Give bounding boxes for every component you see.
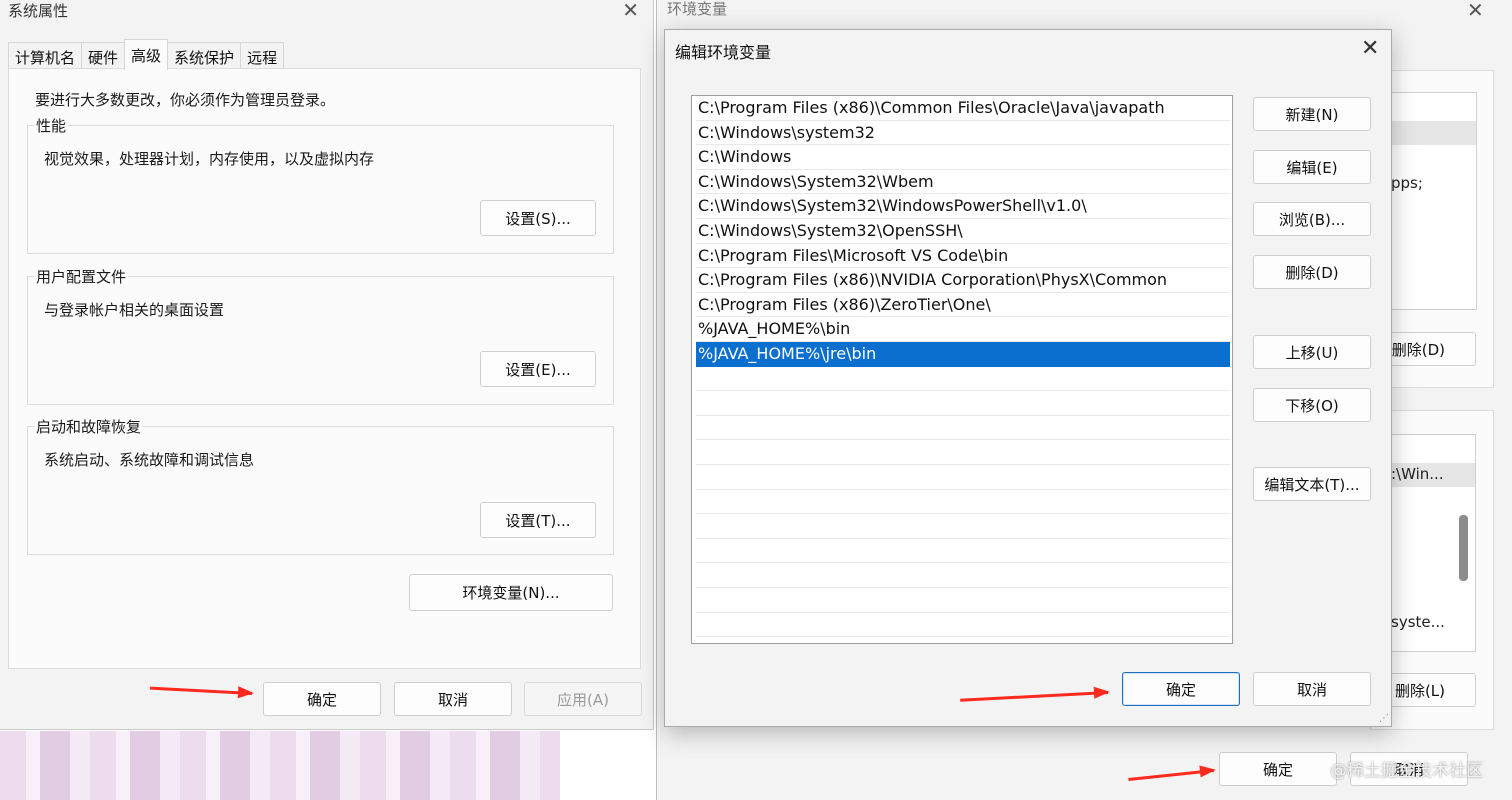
blurred-region: [0, 731, 560, 800]
group-description: 视觉效果，处理器计划，内存使用，以及虚拟内存: [44, 150, 375, 168]
group-title: 用户配置文件: [34, 266, 129, 287]
path-item[interactable]: C:\Windows\System32\OpenSSH\: [696, 219, 1230, 244]
watermark: @稀土掘金技术社区: [1330, 761, 1483, 781]
scrollbar-thumb[interactable]: [1459, 515, 1468, 581]
list-item-fragment: pps;: [1391, 174, 1423, 192]
close-icon[interactable]: ✕: [1361, 36, 1379, 61]
ok-button[interactable]: 确定: [263, 682, 381, 716]
tab-advanced[interactable]: 高级: [124, 39, 169, 70]
move-down-button[interactable]: 下移(O): [1253, 388, 1371, 422]
path-item[interactable]: C:\Program Files (x86)\ZeroTier\One\: [696, 293, 1230, 318]
path-item[interactable]: C:\Windows: [696, 145, 1230, 170]
empty-path-row[interactable]: [696, 440, 1230, 465]
close-icon[interactable]: ✕: [1467, 0, 1484, 22]
performance-settings-button[interactable]: 设置(S)...: [480, 200, 596, 236]
dialog-title: 编辑环境变量: [675, 43, 772, 62]
user-profiles-settings-button[interactable]: 设置(E)...: [480, 351, 596, 387]
system-properties-window: 系统属性 ✕ 计算机名 硬件 高级 系统保护 远程 要进行大多数更改，你必须作为…: [0, 0, 654, 730]
empty-path-row[interactable]: [696, 588, 1230, 613]
path-item[interactable]: C:\Windows\system32: [696, 121, 1230, 146]
group-title: 启动和故障恢复: [34, 416, 144, 437]
user-profiles-group: 用户配置文件 与登录帐户相关的桌面设置 设置(E)...: [27, 266, 614, 405]
edit-text-button[interactable]: 编辑文本(T)...: [1253, 467, 1371, 501]
window-title: 系统属性: [8, 2, 69, 20]
env-ok-button[interactable]: 确定: [1219, 752, 1337, 786]
new-button[interactable]: 新建(N): [1253, 97, 1371, 131]
empty-path-row[interactable]: [696, 416, 1230, 441]
apply-button[interactable]: 应用(A): [524, 682, 642, 716]
delete-button[interactable]: 删除(D): [1253, 255, 1371, 289]
startup-recovery-settings-button[interactable]: 设置(T)...: [480, 502, 596, 538]
path-item[interactable]: C:\Program Files (x86)\Common Files\Orac…: [696, 96, 1230, 121]
tab-computer-name[interactable]: 计算机名: [8, 42, 83, 70]
cancel-button[interactable]: 取消: [394, 682, 512, 716]
close-icon[interactable]: ✕: [622, 0, 639, 20]
path-list[interactable]: C:\Program Files (x86)\Common Files\Orac…: [691, 95, 1233, 644]
admin-note: 要进行大多数更改，你必须作为管理员登录。: [35, 91, 336, 109]
empty-path-row[interactable]: [696, 613, 1230, 638]
startup-recovery-group: 启动和故障恢复 系统启动、系统故障和调试信息 设置(T)...: [27, 416, 614, 555]
tab-strip: 计算机名 硬件 高级 系统保护 远程: [8, 39, 285, 70]
performance-group: 性能 视觉效果，处理器计划，内存使用，以及虚拟内存 设置(S)...: [27, 115, 614, 254]
move-up-button[interactable]: 上移(U): [1253, 335, 1371, 369]
tab-remote[interactable]: 远程: [240, 42, 285, 70]
empty-path-row[interactable]: [696, 514, 1230, 539]
group-title: 性能: [34, 115, 69, 136]
resize-grip-icon[interactable]: ⋰: [1379, 713, 1389, 724]
empty-path-row[interactable]: [696, 391, 1230, 416]
empty-path-row[interactable]: [696, 367, 1230, 392]
edit-button[interactable]: 编辑(E): [1253, 150, 1371, 184]
advanced-tab-panel: 要进行大多数更改，你必须作为管理员登录。 性能 视觉效果，处理器计划，内存使用，…: [8, 68, 641, 669]
empty-path-row[interactable]: [696, 563, 1230, 588]
path-item[interactable]: %JAVA_HOME%\bin: [696, 317, 1230, 342]
path-item[interactable]: C:\Windows\System32\WindowsPowerShell\v1…: [696, 194, 1230, 219]
empty-path-row[interactable]: [696, 465, 1230, 490]
empty-path-row[interactable]: [696, 539, 1230, 564]
empty-path-row[interactable]: [696, 490, 1230, 515]
browse-button[interactable]: 浏览(B)...: [1253, 202, 1371, 236]
tab-system-protection[interactable]: 系统保护: [167, 42, 242, 70]
dialog-ok-button[interactable]: 确定: [1122, 672, 1240, 706]
tab-hardware[interactable]: 硬件: [81, 42, 126, 70]
window-title: 环境变量: [667, 0, 728, 18]
group-description: 系统启动、系统故障和调试信息: [44, 451, 255, 469]
edit-environment-variable-dialog: 编辑环境变量 ✕ C:\Program Files (x86)\Common F…: [664, 29, 1392, 727]
dialog-cancel-button[interactable]: 取消: [1253, 672, 1371, 706]
list-item-fragment: :\Win...: [1391, 465, 1444, 483]
group-description: 与登录帐户相关的桌面设置: [44, 301, 225, 319]
path-item[interactable]: C:\Windows\System32\Wbem: [696, 170, 1230, 195]
path-item[interactable]: C:\Program Files (x86)\NVIDIA Corporatio…: [696, 268, 1230, 293]
path-item[interactable]: C:\Program Files\Microsoft VS Code\bin: [696, 244, 1230, 269]
environment-variables-button[interactable]: 环境变量(N)...: [409, 574, 613, 611]
path-item[interactable]: %JAVA_HOME%\jre\bin: [696, 342, 1230, 367]
list-item-fragment: syste...: [1391, 613, 1445, 631]
title-bar: 系统属性 ✕: [0, 0, 653, 22]
